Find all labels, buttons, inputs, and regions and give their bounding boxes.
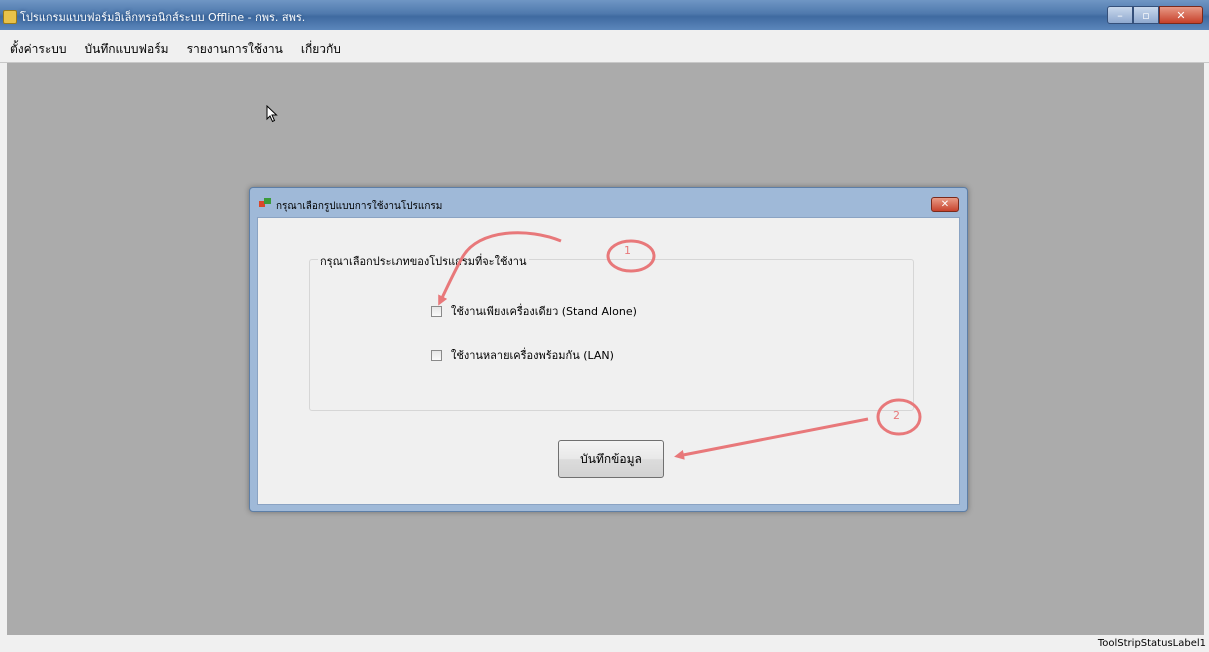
groupbox-label: กรุณาเลือกประเภทของโปรแกรมที่จะใช้งาน [318,252,529,270]
save-button[interactable]: บันทึกข้อมูล [558,440,664,478]
menu-item-about[interactable]: เกี่ยวกับ [291,30,349,62]
close-button[interactable]: ✕ [1159,6,1203,24]
window-title-bar[interactable]: โปรแกรมแบบฟอร์มอิเล็กทรอนิกส์ระบบ Offlin… [0,0,1209,30]
menu-item-record-form[interactable]: บันทึกแบบฟอร์ม [75,30,177,62]
menu-item-settings[interactable]: ตั้งค่าระบบ [0,30,75,62]
option-lan[interactable]: ใช้งานหลายเครื่องพร้อมกัน (LAN) [431,346,614,364]
option-stand-alone[interactable]: ใช้งานเพียงเครื่องเดียว (Stand Alone) [431,302,637,320]
dialog-app-icon [259,198,271,207]
app-icon [3,10,17,24]
dialog-client-area: กรุณาเลือกประเภทของโปรแกรมที่จะใช้งาน ใช… [257,217,960,505]
dialog-close-button[interactable]: ✕ [931,197,959,212]
menu-bar: ตั้งค่าระบบ บันทึกแบบฟอร์ม รายงานการใช้ง… [0,30,1209,63]
stand-alone-checkbox[interactable] [431,305,442,317]
window-title: โปรแกรมแบบฟอร์มอิเล็กทรอนิกส์ระบบ Offlin… [20,11,306,24]
stand-alone-label: ใช้งานเพียงเครื่องเดียว (Stand Alone) [451,305,637,318]
dialog-title: กรุณาเลือกรูปแบบการใช้งานโปรแกรม [276,201,443,212]
mode-selection-dialog: กรุณาเลือกรูปแบบการใช้งานโปรแกรม ✕ กรุณา… [249,187,968,512]
window-controls: – ▫ ✕ [1107,6,1203,26]
lan-label: ใช้งานหลายเครื่องพร้อมกัน (LAN) [451,349,614,362]
status-bar: ToolStripStatusLabel1 [0,636,1209,652]
mouse-cursor-icon [266,105,278,123]
program-type-groupbox: กรุณาเลือกประเภทของโปรแกรมที่จะใช้งาน ใช… [309,252,914,411]
maximize-button[interactable]: ▫ [1133,6,1159,24]
status-label: ToolStripStatusLabel1 [1097,638,1206,649]
minimize-button[interactable]: – [1107,6,1133,24]
lan-checkbox[interactable] [431,349,442,361]
menu-item-usage-report[interactable]: รายงานการใช้งาน [177,30,291,62]
